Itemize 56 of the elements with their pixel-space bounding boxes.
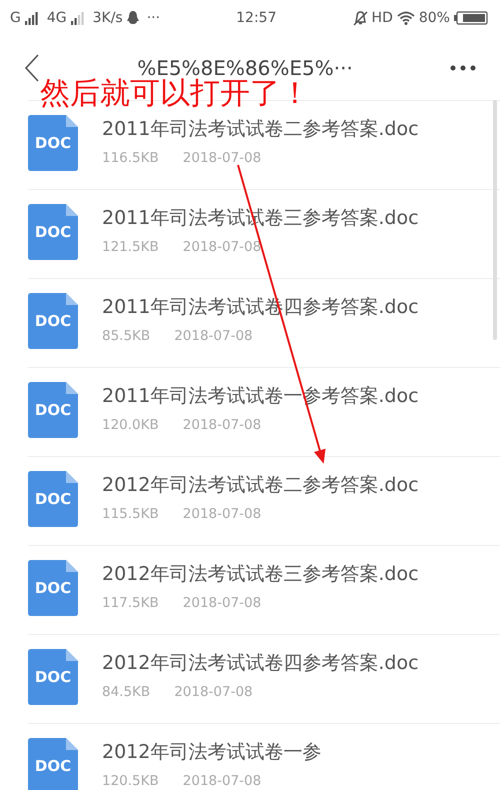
document-icon xyxy=(28,560,78,616)
more-icon[interactable] xyxy=(450,65,476,71)
penguin-icon xyxy=(126,11,139,25)
document-icon xyxy=(28,204,78,260)
file-size: 120.0KB xyxy=(102,416,159,435)
file-date: 2018-07-08 xyxy=(174,682,253,702)
file-name: 2012年司法考试试卷一参 xyxy=(102,740,322,765)
document-icon xyxy=(28,293,78,349)
file-date: 2018-07-08 xyxy=(182,148,262,168)
file-name: 2011年司法考试试卷二参考答案.doc xyxy=(102,117,419,142)
file-size: 115.5KB xyxy=(102,504,159,524)
network-label: 4G xyxy=(46,8,67,28)
file-size: 116.5KB xyxy=(102,148,159,168)
file-date: 2018-07-08 xyxy=(182,238,262,257)
file-row[interactable]: DOC 2012年司法考试试卷四参考答案.doc 84.5KB 2018-07-08 xyxy=(28,634,500,723)
file-date: 2018-07-08 xyxy=(182,594,262,613)
wifi-icon xyxy=(396,11,415,25)
speed-label: 3K/s xyxy=(92,8,123,28)
document-icon xyxy=(28,649,78,705)
muted-bell-icon xyxy=(352,10,368,26)
file-row[interactable]: DOC 2012年司法考试试卷二参考答案.doc 115.5KB 2018-07-08 xyxy=(28,456,500,545)
file-type-label: DOC xyxy=(34,668,72,686)
back-icon[interactable] xyxy=(24,54,40,82)
file-type-label: DOC xyxy=(34,757,72,775)
file-row[interactable]: DOC 2012年司法考试试卷三参考答案.doc 117.5KB 2018-07-08 xyxy=(28,545,500,634)
document-icon xyxy=(28,382,78,438)
document-icon xyxy=(28,471,78,527)
carrier-label: G xyxy=(10,8,21,28)
document-icon xyxy=(28,738,78,790)
signal-icon xyxy=(70,11,85,25)
signal-icon xyxy=(24,11,39,25)
file-type-label: DOC xyxy=(34,223,72,241)
battery-icon xyxy=(454,11,488,25)
file-type-label: DOC xyxy=(34,134,72,152)
file-name: 2012年司法考试试卷四参考答案.doc xyxy=(102,651,419,676)
more-label: ··· xyxy=(146,8,160,28)
battery-label: 80% xyxy=(418,8,450,28)
file-size: 117.5KB xyxy=(102,594,159,613)
file-size: 85.5KB xyxy=(102,326,150,346)
file-size: 84.5KB xyxy=(102,682,150,702)
file-name: 2012年司法考试试卷三参考答案.doc xyxy=(102,562,419,587)
hd-label: HD xyxy=(372,8,393,28)
document-icon xyxy=(28,115,78,171)
file-date: 2018-07-08 xyxy=(182,504,262,524)
file-type-label: DOC xyxy=(34,401,72,419)
file-name: 2012年司法考试试卷二参考答案.doc xyxy=(102,473,419,498)
file-size: 121.5KB xyxy=(102,238,159,257)
file-type-label: DOC xyxy=(34,579,72,597)
file-type-label: DOC xyxy=(34,490,72,508)
file-date: 2018-07-08 xyxy=(182,416,262,435)
file-size: 120.5KB xyxy=(102,772,159,790)
file-type-label: DOC xyxy=(34,312,72,330)
file-row[interactable]: DOC 2012年司法考试试卷一参 120.5KB 2018-07-08 xyxy=(28,723,500,790)
file-date: 2018-07-08 xyxy=(182,772,262,790)
clock-label: 12:57 xyxy=(236,8,276,28)
file-date: 2018-07-08 xyxy=(174,326,253,346)
